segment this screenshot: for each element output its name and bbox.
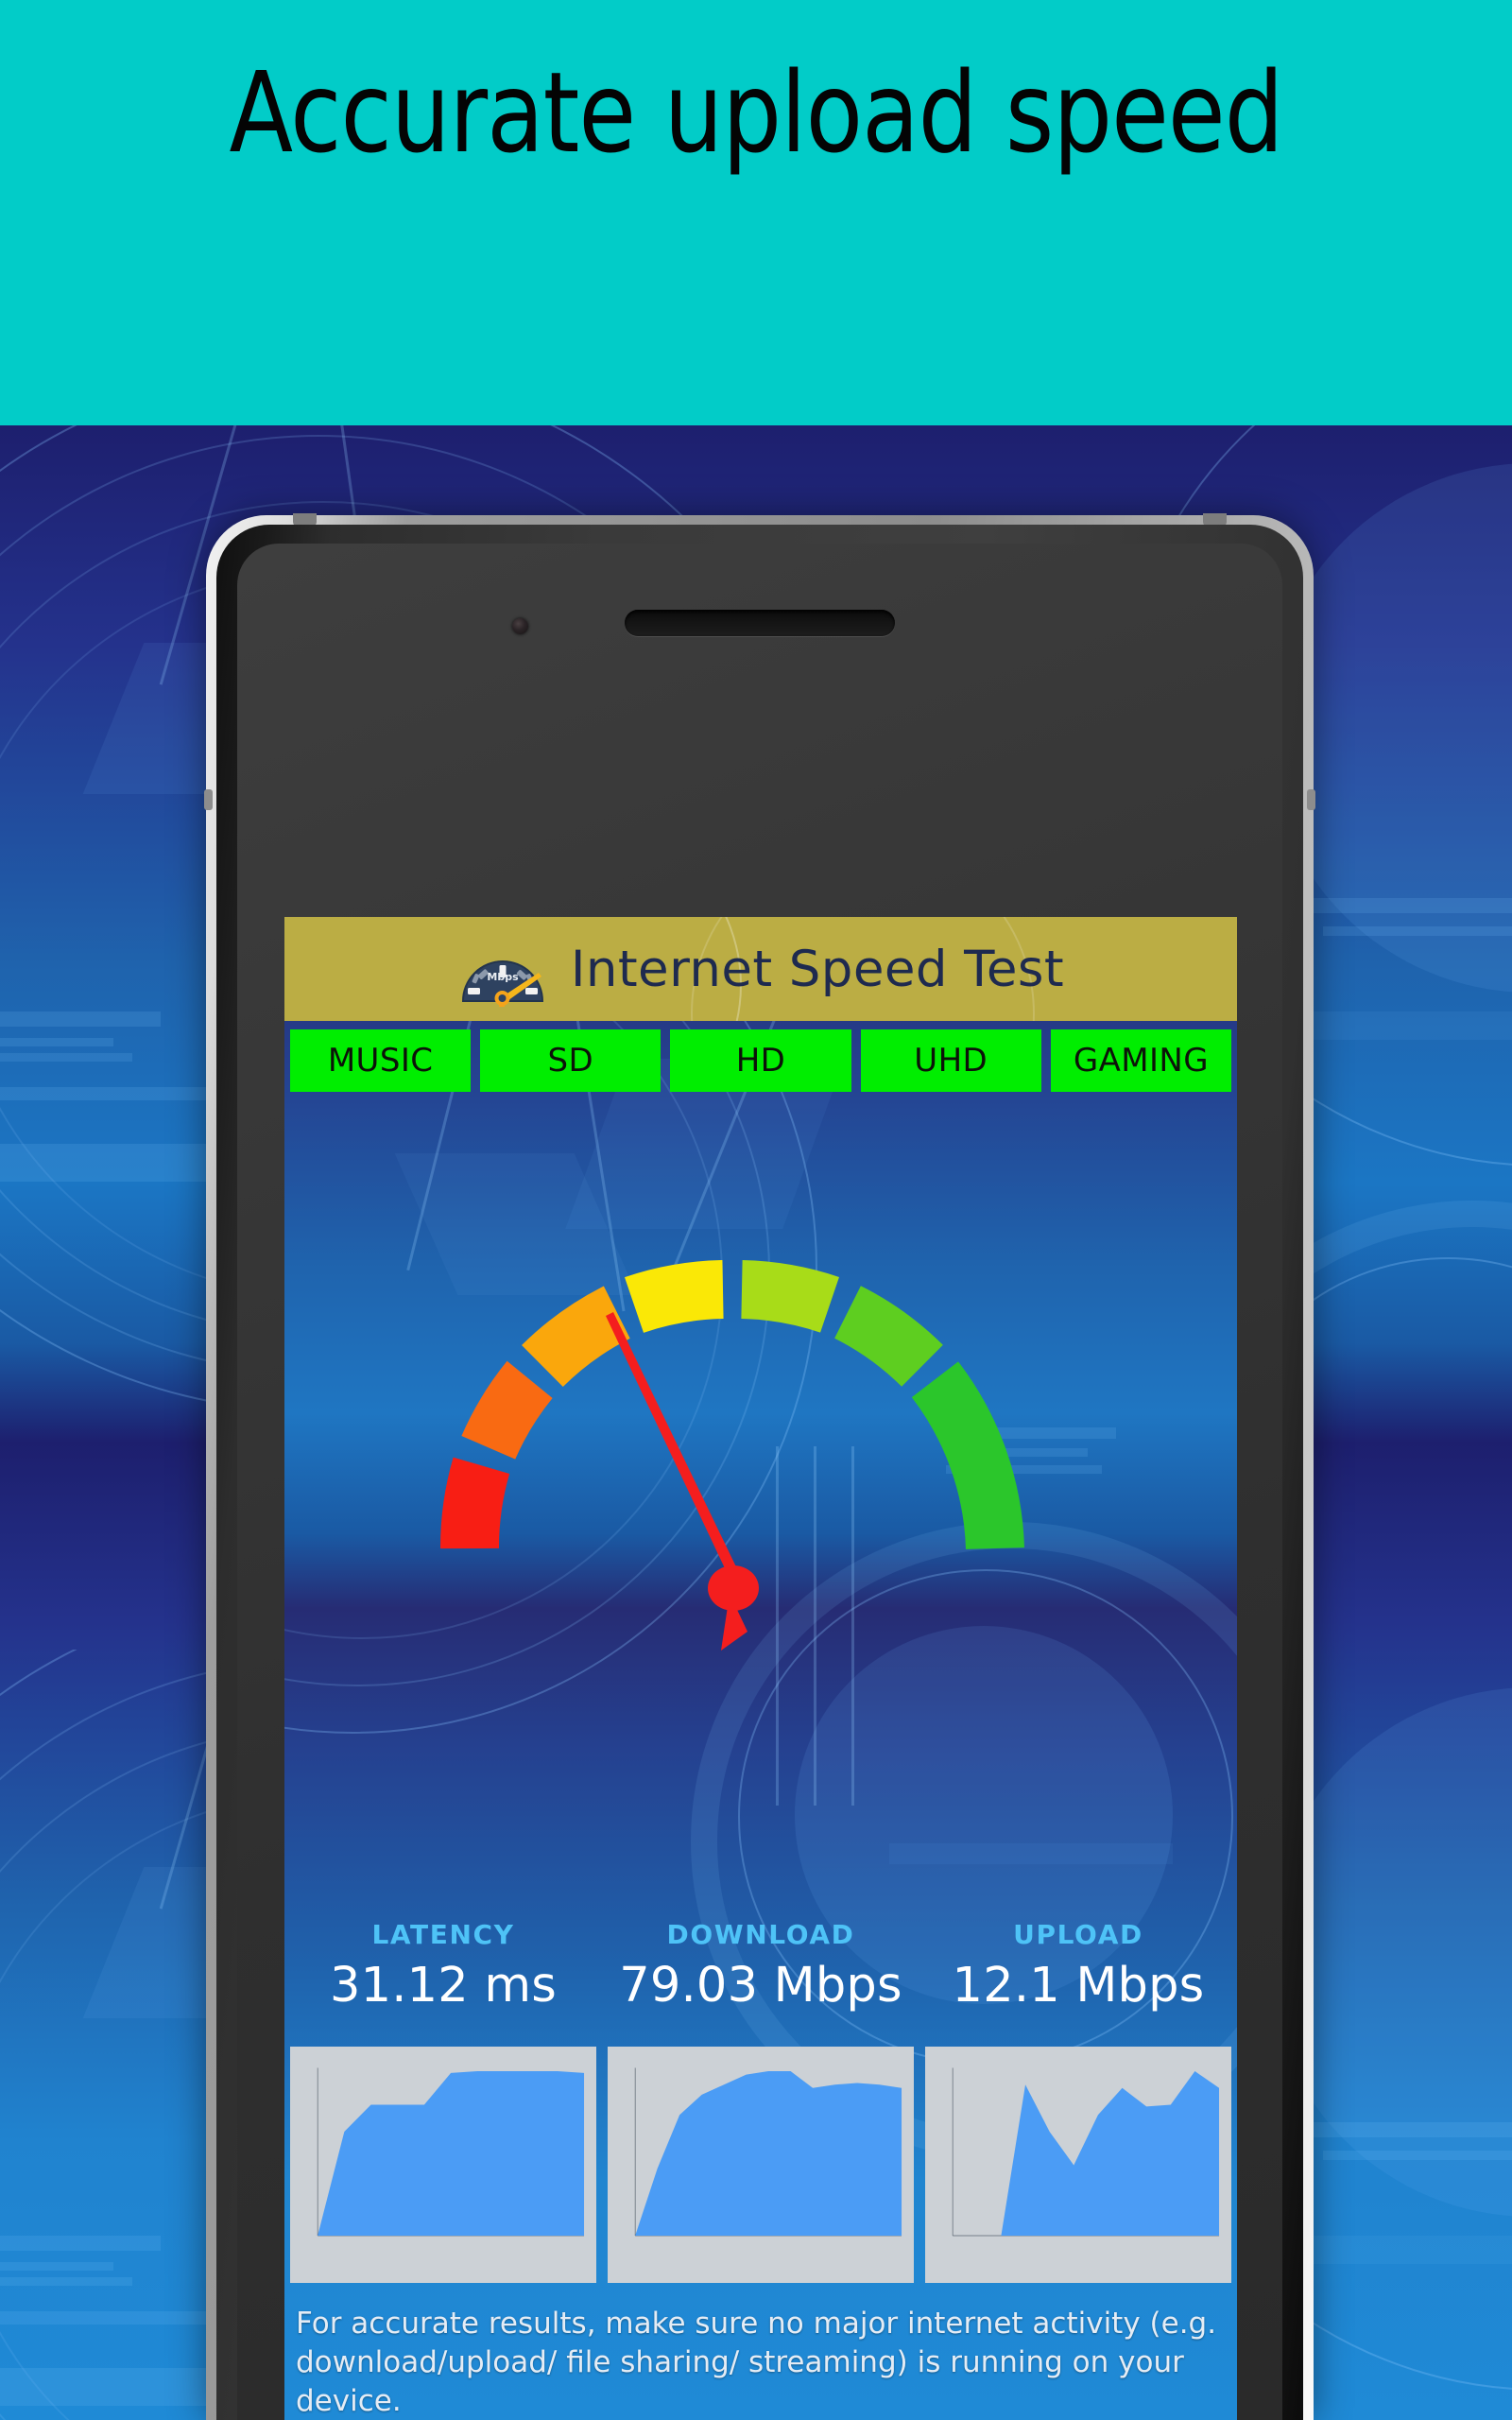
category-button-music[interactable]: MUSIC [290,1029,472,1092]
metric-latency-value: 31.12 ms [329,1958,558,2014]
category-button-row: MUSIC SD HD UHD GAMING [284,1021,1237,1100]
phone-mockup: Mbps Internet Speed Test MUSIC SD HD UHD… [204,513,1315,2420]
metric-upload-label: UPLOAD [1013,1919,1143,1950]
speed-gauge [284,1121,1237,1726]
category-button-hd[interactable]: HD [670,1029,851,1092]
earpiece-speaker-icon [625,610,895,636]
chart-card-upload [925,2047,1231,2283]
phone-side-button-left[interactable] [204,789,213,810]
metric-download-label: DOWNLOAD [666,1919,855,1950]
phone-glass: Mbps Internet Speed Test MUSIC SD HD UHD… [237,544,1282,2420]
chart-card-download [608,2047,914,2283]
gauge-needle [606,1312,759,1651]
gauge-segment-7 [911,1361,1024,1550]
gauge-segment-4 [624,1260,725,1334]
promo-headline: Accurate upload speed [229,47,1283,178]
gauge-segment-5 [740,1260,839,1333]
category-button-sd[interactable]: SD [480,1029,662,1092]
speedometer-icon: Mbps [457,931,548,1007]
metric-latency: LATENCY 31.12 ms [284,1919,602,2014]
metric-latency-label: LATENCY [371,1919,515,1950]
app-screen: Mbps Internet Speed Test MUSIC SD HD UHD… [284,917,1237,2420]
metric-upload-value: 12.1 Mbps [952,1958,1205,2014]
metrics-row: LATENCY 31.12 ms DOWNLOAD 79.03 Mbps UPL… [284,1919,1237,2014]
phone-body: Mbps Internet Speed Test MUSIC SD HD UHD… [216,525,1303,2420]
sparkline-row [290,2047,1231,2283]
footnote-text: For accurate results, make sure no major… [296,2307,1217,2418]
gauge-segment-6 [833,1286,943,1388]
gauge-segment-2 [461,1360,554,1461]
front-camera-icon [512,618,528,634]
app-title: Internet Speed Test [570,940,1065,998]
metric-download: DOWNLOAD 79.03 Mbps [602,1919,919,2014]
phone-side-button-right[interactable] [1307,789,1315,810]
promo-banner: Accurate upload speed [0,0,1512,425]
svg-text:Mbps: Mbps [487,971,519,983]
app-title-bar: Mbps Internet Speed Test [284,917,1237,1021]
gauge-segment-1 [439,1457,510,1549]
gauge-segment-3 [522,1286,631,1388]
chart-card-latency [290,2047,596,2283]
category-button-uhd[interactable]: UHD [860,1029,1041,1092]
metric-download-value: 79.03 Mbps [619,1958,902,2014]
metric-upload: UPLOAD 12.1 Mbps [919,1919,1237,2014]
category-button-gaming[interactable]: GAMING [1050,1029,1232,1092]
